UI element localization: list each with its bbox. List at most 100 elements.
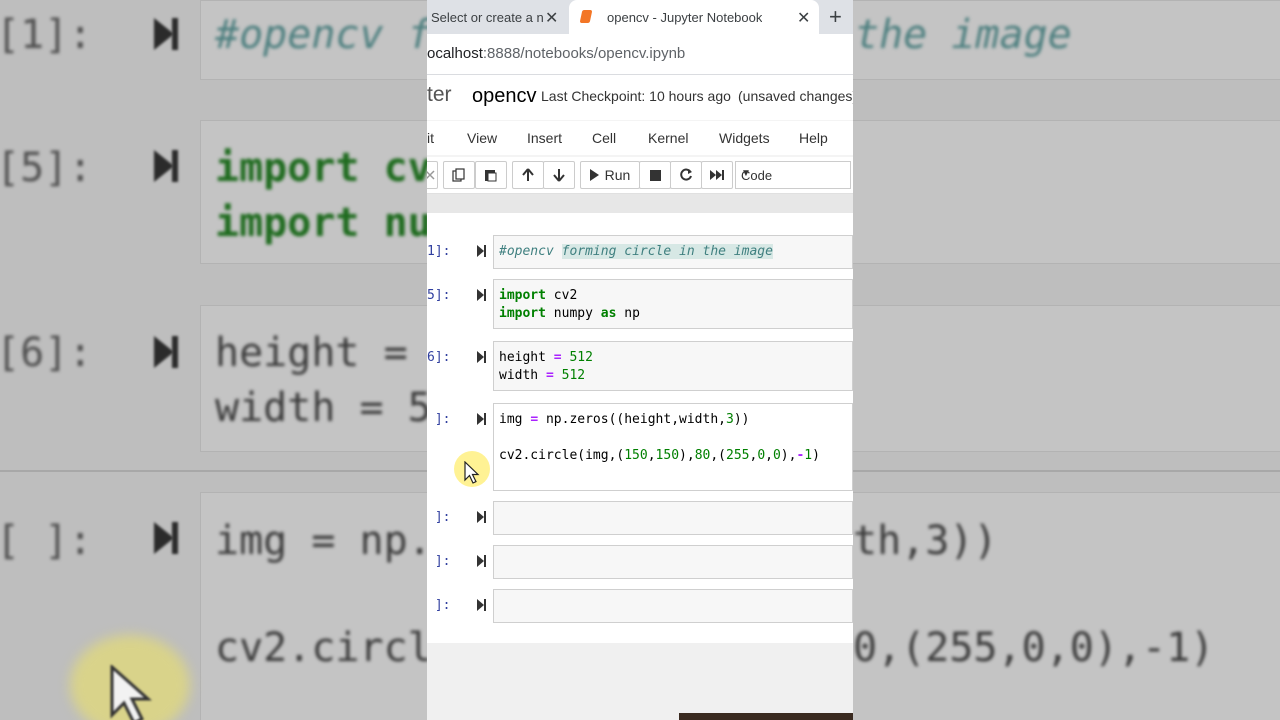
cell-input[interactable] xyxy=(493,501,853,535)
bg-run-icon-bar xyxy=(172,18,178,50)
code-token: 512 xyxy=(553,368,586,383)
run-cell-icon[interactable] xyxy=(477,245,484,257)
jupyter-logo[interactable]: ter xyxy=(427,83,452,107)
cell-type-select[interactable]: Code ▼ xyxy=(735,161,851,189)
code-token: 3 xyxy=(725,412,734,427)
bg-prompt-6: [6]: xyxy=(0,330,93,376)
code-token: import xyxy=(499,288,546,303)
cell-prompt: ]: xyxy=(427,554,451,569)
code-cell-active[interactable]: ]: img = np.zeros((height,width,3)) cv2.… xyxy=(427,403,853,491)
bg-comment-tail: the image xyxy=(855,12,1072,58)
tab-label: opencv - Jupyter Notebook xyxy=(607,9,763,25)
bg-run-icon xyxy=(154,18,174,50)
run-cell-icon[interactable] xyxy=(477,599,484,611)
tab-select-create[interactable]: Select or create a n ✕ xyxy=(427,0,567,34)
run-cell-icon[interactable] xyxy=(477,555,484,567)
code-token: 512 xyxy=(561,350,593,365)
menu-cell[interactable]: Cell xyxy=(592,130,616,146)
cell-prompt: 1]: xyxy=(427,244,451,259)
run-label: Run xyxy=(604,167,631,183)
bg-import-1: import cv xyxy=(215,145,432,191)
cell-input[interactable]: height = 512 width = 512 xyxy=(493,341,853,391)
video-overlay-bar xyxy=(679,713,853,720)
code-token: ), xyxy=(780,448,797,463)
address-bar[interactable]: ocalhost:8888/notebooks/opencv.ipynb xyxy=(427,34,853,75)
close-icon[interactable]: ✕ xyxy=(545,8,558,28)
code-token: 150 xyxy=(655,448,680,463)
notebook-favicon-icon xyxy=(579,10,593,23)
code-cell[interactable]: ]: xyxy=(427,501,853,535)
code-cell[interactable]: ]: xyxy=(427,545,853,579)
play-icon xyxy=(589,169,599,181)
copy-icon[interactable] xyxy=(443,161,475,189)
cell-prompt: ]: xyxy=(427,510,451,525)
run-button[interactable]: Run xyxy=(580,161,640,189)
stop-icon[interactable] xyxy=(639,161,671,189)
cut-icon[interactable] xyxy=(427,161,438,189)
run-cell-icon[interactable] xyxy=(477,289,484,301)
notebook-header: ter opencv Last Checkpoint: 10 hours ago… xyxy=(427,75,853,120)
bg-circle: cv2.circl xyxy=(215,625,432,671)
restart-icon[interactable] xyxy=(670,161,702,189)
cursor-icon xyxy=(464,461,480,484)
code-token: )) xyxy=(733,412,750,427)
close-icon[interactable]: ✕ xyxy=(797,8,810,28)
menu-kernel[interactable]: Kernel xyxy=(648,130,688,146)
code-token: np.zeros((height,width, xyxy=(538,412,726,427)
bg-run-icon xyxy=(154,336,174,368)
toolbar: Run Code ▼ xyxy=(427,157,853,194)
code-token: 150 xyxy=(624,448,648,463)
bg-run-icon-bar xyxy=(172,150,178,182)
code-token: 255 xyxy=(726,448,750,463)
notebook-name[interactable]: opencv xyxy=(472,85,537,108)
cell-prompt: 6]: xyxy=(427,350,451,365)
run-cell-icon-bar xyxy=(484,555,486,567)
menu-edit[interactable]: it xyxy=(427,130,434,146)
cell-prompt: 5]: xyxy=(427,288,451,303)
cell-input[interactable]: import cv2 import numpy as np xyxy=(493,279,853,329)
bg-prompt-1: [1]: xyxy=(0,12,93,58)
bg-circle-tail: 0,(255,0,0),-1) xyxy=(853,625,1215,671)
url-host: ocalhost xyxy=(427,45,483,62)
menu-widgets[interactable]: Widgets xyxy=(719,130,770,146)
menu-view[interactable]: View xyxy=(467,130,497,146)
bg-run-icon-bar xyxy=(172,522,178,554)
cell-input[interactable] xyxy=(493,589,853,623)
code-cell[interactable]: 5]: import cv2 import numpy as np xyxy=(427,279,853,329)
code-token: 0 xyxy=(772,448,781,463)
code-token: ,( xyxy=(710,448,726,463)
code-cell[interactable]: ]: xyxy=(427,589,853,623)
bg-import-2: import nu xyxy=(215,200,432,246)
cell-input[interactable]: #opencv forming circle in the image xyxy=(493,235,853,269)
move-up-icon[interactable] xyxy=(512,161,544,189)
run-cell-icon-bar xyxy=(484,351,486,363)
bg-comment: #opencv f xyxy=(215,12,432,58)
code-token: 80 xyxy=(694,448,711,463)
run-cell-icon-bar xyxy=(484,599,486,611)
cell-prompt: ]: xyxy=(427,412,451,427)
run-cell-icon[interactable] xyxy=(477,413,484,425)
tab-opencv-notebook[interactable]: opencv - Jupyter Notebook ✕ xyxy=(569,0,819,34)
run-cell-icon[interactable] xyxy=(477,511,484,523)
cell-input[interactable] xyxy=(493,545,853,579)
move-down-icon[interactable] xyxy=(543,161,575,189)
bg-width: width = 5 xyxy=(215,385,432,431)
run-cell-icon[interactable] xyxy=(477,351,484,363)
menu-insert[interactable]: Insert xyxy=(527,130,562,146)
code-cell[interactable]: 6]: height = 512 width = 512 xyxy=(427,341,853,391)
plus-icon[interactable]: + xyxy=(829,4,842,30)
bg-height: height = xyxy=(215,330,432,376)
menu-help[interactable]: Help xyxy=(799,130,828,146)
code-token: 1 xyxy=(804,448,813,463)
code-token: = xyxy=(553,350,562,365)
cell-input[interactable]: img = np.zeros((height,width,3)) cv2.cir… xyxy=(493,403,853,491)
fast-forward-icon[interactable] xyxy=(701,161,733,189)
code-token: np xyxy=(616,306,640,321)
paste-icon[interactable] xyxy=(475,161,507,189)
checkpoint-status: Last Checkpoint: 10 hours ago xyxy=(541,88,731,104)
code-cell[interactable]: 1]: #opencv forming circle in the image xyxy=(427,235,853,269)
bg-prompt-5: [5]: xyxy=(0,145,93,191)
bg-run-icon xyxy=(154,522,174,554)
code-token: cv2 xyxy=(545,288,578,303)
bg-run-icon xyxy=(154,150,174,182)
